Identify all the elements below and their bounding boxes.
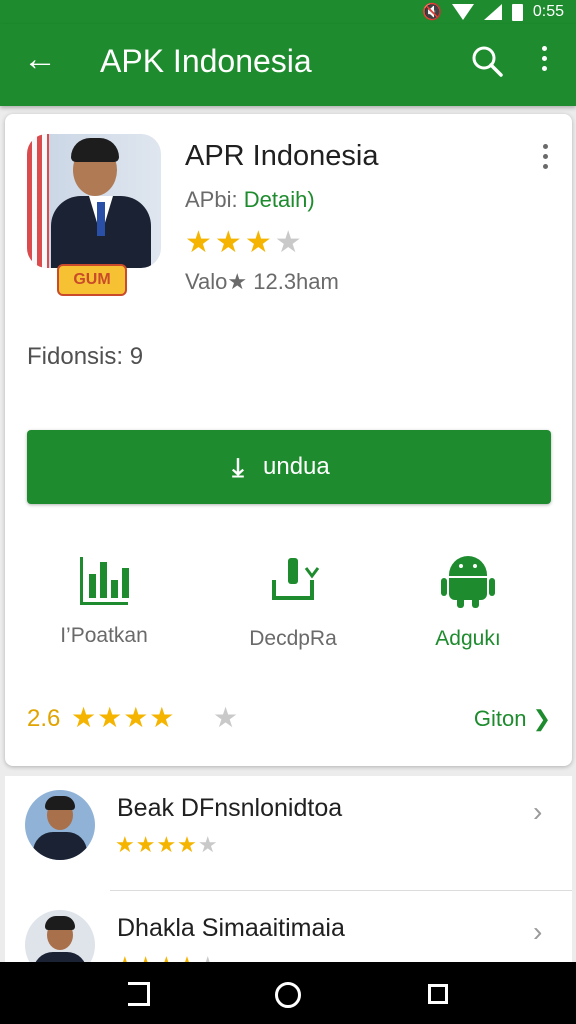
search-button[interactable] [470, 44, 504, 78]
search-icon [472, 46, 503, 77]
bar-chart-icon [80, 557, 129, 605]
reviews-link[interactable]: Giton ❯ [474, 704, 551, 734]
android-icon [441, 554, 495, 608]
feature-label: DecdpRa [249, 627, 337, 650]
list-item-name: Dhakla Simaaitimaia [117, 914, 345, 942]
app-detail-card: GUM APR Indonesia APbi: Detaih) ★★★★ Val… [5, 114, 572, 766]
arrow-left-icon: ← [23, 40, 57, 78]
reviews-link-label: Giton [473, 706, 527, 731]
star-empty-icon: ★ [274, 226, 305, 259]
feature-reports[interactable]: I’Poatkan [19, 554, 189, 664]
app-info: Fidonsis: 9 [27, 343, 144, 370]
mute-icon: 🔇 [421, 4, 442, 21]
signal-icon [483, 4, 502, 20]
nav-back-button[interactable] [128, 982, 150, 1006]
install-button-label: undua [263, 453, 330, 480]
status-icons: 🔇 0:55 [422, 2, 564, 22]
wifi-icon [451, 4, 474, 20]
feature-download[interactable]: DecdpRa [208, 554, 378, 664]
nav-recents-button[interactable] [428, 984, 448, 1004]
download-icon [272, 558, 320, 600]
chevron-right-icon: ❯ [532, 706, 551, 731]
rating-summary: 2.6 ★★★★ ★ Giton ❯ [27, 702, 551, 736]
install-button[interactable]: ⤓ undua [27, 430, 551, 504]
star-icon: ★ [185, 226, 215, 259]
app-rating-stars: ★★★★ [185, 226, 305, 260]
developer-link[interactable]: Detaih) [244, 187, 315, 212]
card-more-button[interactable] [535, 144, 555, 174]
list-item-name: Beak DFnsnlonidtoa [117, 794, 343, 822]
list-item[interactable]: Beak DFnsnlonidtoa ★★★★★ › [5, 776, 572, 898]
system-nav-bar [0, 962, 576, 1024]
list-item-stars: ★★★★★ [115, 832, 219, 857]
download-icon: ⤓ [232, 452, 244, 482]
back-button[interactable]: ← [22, 42, 58, 78]
chevron-right-icon: › [533, 796, 543, 827]
app-icon[interactable] [27, 134, 161, 268]
battery-icon [511, 3, 523, 21]
app-bar: ← APK Indonesia [0, 24, 576, 106]
divider [110, 890, 572, 891]
nav-home-button[interactable] [275, 982, 301, 1008]
feature-android[interactable]: Adgukı [383, 554, 553, 664]
star-icon: ★ [214, 226, 245, 259]
status-time: 0:55 [532, 3, 564, 20]
app-meta: Valo★ 12.3ham [185, 269, 339, 294]
star-empty-icon: ★ [213, 702, 239, 733]
rating-stars: ★★★★ [71, 702, 176, 733]
more-vert-button[interactable] [534, 46, 554, 80]
feature-label: I’Poatkan [60, 624, 148, 647]
app-badge: GUM [57, 264, 127, 296]
status-bar: 🔇 0:55 [0, 0, 576, 24]
star-icon: ★ [244, 226, 275, 259]
page-title: APK Indonesia [100, 43, 312, 79]
developer-line: APbi: Detaih) [185, 186, 315, 214]
avatar [25, 790, 95, 860]
chevron-right-icon: › [533, 916, 543, 947]
feature-label: Adgukı [435, 627, 501, 650]
rating-value: 2.6 [27, 705, 61, 732]
app-name: APR Indonesia [185, 140, 379, 172]
developer-prefix: APbi: [185, 187, 238, 212]
